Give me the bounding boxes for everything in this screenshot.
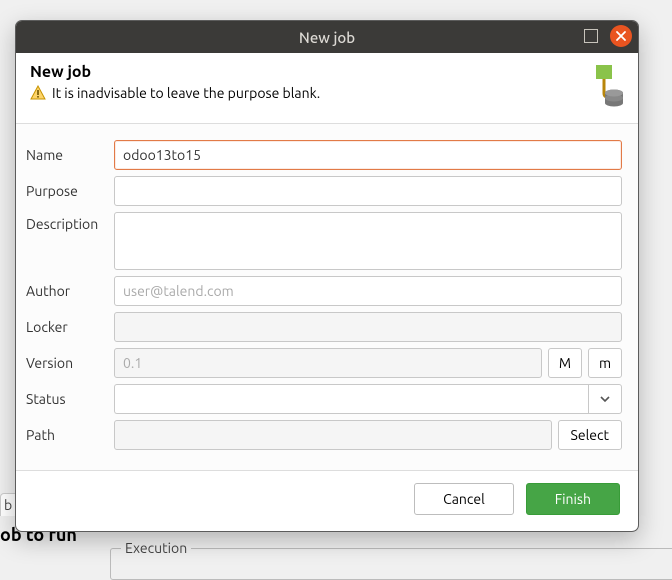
version-input [114, 348, 542, 378]
execution-fieldset: Execution [110, 540, 672, 580]
dialog-title: New job [16, 29, 638, 46]
database-icon [566, 63, 624, 111]
label-locker: Locker [26, 319, 114, 335]
row-version: Version M m [26, 348, 622, 378]
status-select[interactable] [114, 384, 622, 414]
warning-row: It is inadvisable to leave the purpose b… [30, 85, 566, 101]
close-icon [615, 30, 627, 42]
row-path: Path Select [26, 420, 622, 450]
row-author: Author [26, 276, 622, 306]
dialog-header: New job It is inadvisable to leave the p… [16, 53, 638, 123]
execution-legend: Execution [121, 540, 191, 556]
label-version: Version [26, 355, 114, 371]
header-text: New job It is inadvisable to leave the p… [30, 63, 566, 101]
label-status: Status [26, 391, 114, 407]
warning-icon [30, 85, 46, 101]
row-name: Name [26, 140, 622, 170]
label-author: Author [26, 283, 114, 299]
row-purpose: Purpose [26, 176, 622, 206]
dialog-titlebar: New job [16, 21, 638, 53]
window-buttons [584, 25, 632, 47]
close-button[interactable] [610, 25, 632, 47]
warning-text: It is inadvisable to leave the purpose b… [52, 85, 320, 101]
version-minor-button[interactable]: m [588, 348, 622, 378]
row-description: Description [26, 212, 622, 270]
label-description: Description [26, 212, 114, 232]
chevron-down-icon [599, 393, 611, 405]
locker-input [114, 312, 622, 342]
name-input[interactable] [114, 140, 622, 170]
author-input[interactable] [114, 276, 622, 306]
version-major-button[interactable]: M [548, 348, 582, 378]
finish-button[interactable]: Finish [526, 483, 620, 515]
path-select-button[interactable]: Select [558, 420, 622, 450]
purpose-input[interactable] [114, 176, 622, 206]
dialog-footer: Cancel Finish [16, 471, 638, 531]
status-chevron[interactable] [588, 384, 622, 414]
header-title: New job [30, 63, 566, 81]
new-job-dialog: New job New job It is inadvisable to lea… [15, 20, 639, 532]
form: Name Purpose Description Author Locker V… [16, 123, 638, 471]
description-input[interactable] [114, 212, 622, 270]
cancel-button[interactable]: Cancel [414, 483, 514, 515]
label-purpose: Purpose [26, 183, 114, 199]
maximize-icon[interactable] [584, 29, 598, 43]
row-locker: Locker [26, 312, 622, 342]
label-path: Path [26, 427, 114, 443]
label-name: Name [26, 147, 114, 163]
status-value [114, 384, 588, 414]
path-input [114, 420, 552, 450]
row-status: Status [26, 384, 622, 414]
